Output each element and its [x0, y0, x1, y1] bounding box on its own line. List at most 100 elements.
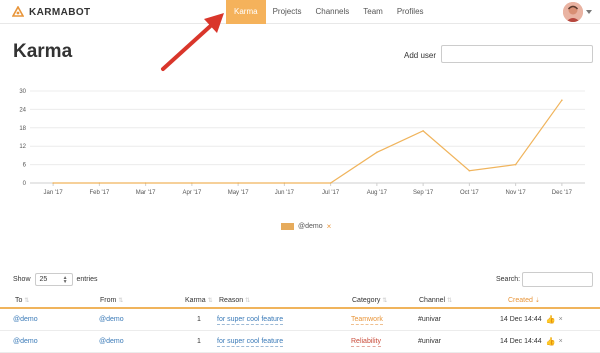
- legend-label[interactable]: @demo: [298, 223, 323, 230]
- column-header-to[interactable]: To ⇅: [15, 293, 29, 307]
- karma-line-chart: 0 6 12 18 24 30 Jan '17 Feb '17 Mar '17 Apr '17 Ma…: [19, 89, 585, 196]
- created-time: 14 Dec 14:44: [500, 338, 542, 345]
- sort-icon: ⇅: [382, 297, 388, 304]
- add-user-input[interactable]: [441, 45, 593, 63]
- thumbs-up-icon[interactable]: 👍: [546, 315, 556, 324]
- chart-legend: @demo ×: [281, 222, 331, 231]
- column-header-created[interactable]: Created ⇣: [508, 293, 540, 307]
- user-menu-caret-icon[interactable]: [586, 10, 592, 14]
- entries-label: entries: [76, 276, 98, 283]
- delete-icon[interactable]: ×: [559, 338, 563, 345]
- cell-to[interactable]: @demo: [13, 309, 38, 330]
- brand-name: KARMABOT: [29, 6, 91, 18]
- data-point: [514, 163, 517, 166]
- thumbs-up-icon[interactable]: 👍: [546, 337, 556, 346]
- x-tick-label: Sep '17: [413, 190, 434, 196]
- x-tick-label: Oct '17: [460, 190, 479, 196]
- table-row: @demo @demo 1 for super cool feature Tea…: [0, 309, 600, 331]
- y-tick-label: 18: [19, 126, 26, 132]
- x-tick-label: May '17: [228, 190, 249, 196]
- column-header-label: To: [15, 296, 23, 304]
- search-input[interactable]: [522, 272, 593, 287]
- x-tick-label: Apr '17: [182, 190, 201, 196]
- cell-to[interactable]: @demo: [13, 331, 38, 352]
- avatar-image: [563, 2, 583, 22]
- legend-swatch: [281, 223, 294, 230]
- column-header-label: Karma: [185, 296, 206, 304]
- cell-from[interactable]: @demo: [99, 309, 124, 330]
- page-size-select[interactable]: 25 ▲ ▼: [34, 273, 73, 286]
- nav-item-projects[interactable]: Projects: [266, 0, 309, 24]
- y-tick-label: 12: [19, 144, 26, 150]
- top-navbar: KARMABOT Karma Projects Channels Team Pr…: [0, 0, 600, 24]
- category-editable[interactable]: Reliability: [351, 337, 381, 347]
- show-label: Show: [13, 276, 31, 283]
- data-point: [561, 99, 563, 101]
- search-label: Search:: [496, 276, 521, 283]
- cell-created: 14 Dec 14:44 👍 ×: [500, 331, 563, 352]
- column-header-label: Channel: [419, 296, 446, 304]
- sort-desc-icon: ⇣: [534, 297, 540, 304]
- sort-icon: ⇅: [118, 297, 124, 304]
- table-header: To ⇅ From ⇅ Karma ⇅ Reason ⇅ Category ⇅ Chann…: [0, 293, 600, 309]
- page-size-value: 25: [39, 276, 48, 283]
- cell-category: Reliability: [351, 331, 381, 352]
- cell-channel: #univar: [418, 316, 441, 323]
- column-header-label: Category: [352, 296, 381, 304]
- column-header-label: From: [100, 296, 117, 304]
- cell-from[interactable]: @demo: [99, 331, 124, 352]
- cell-karma: 1: [197, 338, 201, 345]
- sort-icon: ⇅: [245, 297, 251, 304]
- karmabot-logo-icon: [12, 6, 24, 17]
- data-point: [422, 130, 424, 132]
- data-point: [144, 182, 147, 184]
- nav-item-profiles[interactable]: Profiles: [390, 0, 431, 24]
- data-point: [98, 182, 101, 184]
- y-tick-label: 0: [23, 181, 27, 187]
- cell-category: Teamwork: [351, 309, 383, 330]
- data-point: [468, 169, 471, 172]
- x-tick-label: Jan '17: [44, 190, 64, 196]
- legend-remove-icon[interactable]: ×: [327, 222, 332, 231]
- table-row: @demo @demo 1 for super cool feature Rel…: [0, 331, 600, 353]
- column-header-label: Created: [508, 296, 533, 304]
- nav-item-channels[interactable]: Channels: [308, 0, 356, 24]
- y-tick-label: 6: [23, 163, 27, 169]
- brand[interactable]: KARMABOT: [12, 0, 91, 24]
- x-tick-label: Jul '17: [322, 190, 340, 196]
- data-point: [52, 182, 54, 184]
- x-tick-label: Feb '17: [89, 190, 109, 196]
- x-tick-label: Dec '17: [552, 190, 573, 196]
- category-editable[interactable]: Teamwork: [351, 315, 383, 325]
- x-tick-label: Aug '17: [367, 190, 388, 196]
- sort-icon: ⇅: [207, 297, 213, 304]
- column-header-category[interactable]: Category ⇅: [352, 293, 387, 307]
- data-point: [237, 182, 239, 184]
- cell-reason: for super cool feature: [217, 331, 284, 352]
- page-title: Karma: [13, 41, 73, 62]
- reason-editable[interactable]: for super cool feature: [217, 337, 284, 347]
- series-line: [53, 99, 563, 184]
- data-point: [376, 151, 378, 154]
- karma-table: To ⇅ From ⇅ Karma ⇅ Reason ⇅ Category ⇅ Chann…: [0, 293, 600, 353]
- y-tick-label: 24: [19, 107, 26, 113]
- reason-editable[interactable]: for super cool feature: [217, 315, 284, 325]
- column-header-channel[interactable]: Channel ⇅: [419, 293, 452, 307]
- data-point: [283, 182, 286, 184]
- sort-icon: ⇅: [24, 297, 30, 304]
- nav-item-karma[interactable]: Karma: [226, 0, 266, 24]
- column-header-reason[interactable]: Reason ⇅: [219, 293, 250, 307]
- x-tick-label: Nov '17: [506, 190, 527, 196]
- data-point: [329, 182, 332, 184]
- data-point: [191, 182, 193, 184]
- main-nav: Karma Projects Channels Team Profiles: [226, 0, 431, 24]
- cell-reason: for super cool feature: [217, 309, 284, 330]
- select-arrows-icon: ▲ ▼: [62, 274, 68, 285]
- nav-item-team[interactable]: Team: [356, 0, 390, 24]
- x-tick-label: Mar '17: [136, 190, 156, 196]
- page-size-control: Show 25 ▲ ▼ entries: [13, 273, 98, 286]
- column-header-from[interactable]: From ⇅: [100, 293, 123, 307]
- column-header-karma[interactable]: Karma ⇅: [185, 293, 213, 307]
- user-avatar[interactable]: [563, 2, 583, 22]
- delete-icon[interactable]: ×: [559, 316, 563, 323]
